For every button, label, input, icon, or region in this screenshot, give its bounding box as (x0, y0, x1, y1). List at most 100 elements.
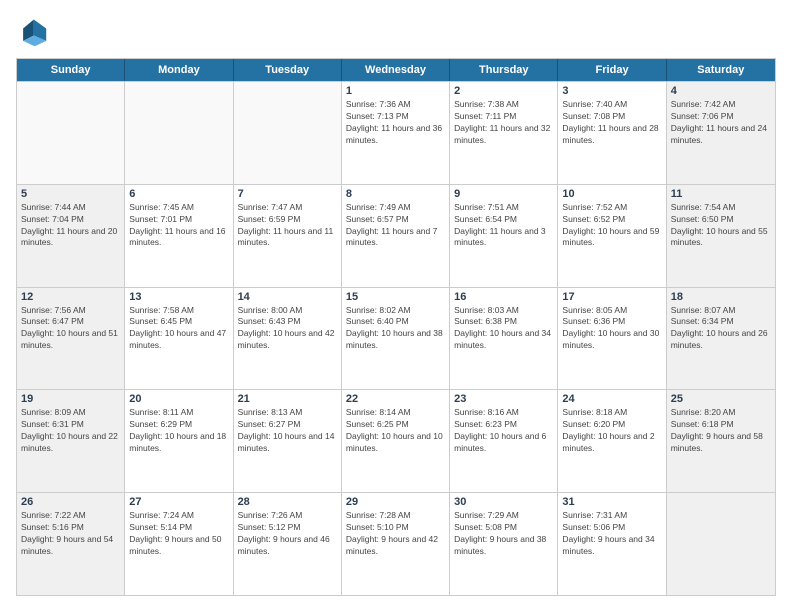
day-number: 12 (21, 291, 120, 303)
day-info: Sunrise: 8:05 AM Sunset: 6:36 PM Dayligh… (562, 305, 661, 353)
cal-cell: 16 Sunrise: 8:03 AM Sunset: 6:38 PM Dayli… (450, 288, 558, 390)
cal-cell: 15 Sunrise: 8:02 AM Sunset: 6:40 PM Dayli… (342, 288, 450, 390)
page: SundayMondayTuesdayWednesdayThursdayFrid… (0, 0, 792, 612)
week-row-2: 12 Sunrise: 7:56 AM Sunset: 6:47 PM Dayli… (17, 287, 775, 390)
day-info: Sunrise: 8:16 AM Sunset: 6:23 PM Dayligh… (454, 407, 553, 455)
cal-cell: 18 Sunrise: 8:07 AM Sunset: 6:34 PM Dayli… (667, 288, 775, 390)
day-number: 27 (129, 496, 228, 508)
logo-icon (16, 16, 48, 48)
week-row-1: 5 Sunrise: 7:44 AM Sunset: 7:04 PM Daylig… (17, 184, 775, 287)
day-number: 2 (454, 85, 553, 97)
day-number: 25 (671, 393, 771, 405)
cal-cell: 1 Sunrise: 7:36 AM Sunset: 7:13 PM Daylig… (342, 82, 450, 184)
day-number: 16 (454, 291, 553, 303)
day-number: 13 (129, 291, 228, 303)
day-number: 6 (129, 188, 228, 200)
cal-cell: 22 Sunrise: 8:14 AM Sunset: 6:25 PM Dayli… (342, 390, 450, 492)
cal-cell: 4 Sunrise: 7:42 AM Sunset: 7:06 PM Daylig… (667, 82, 775, 184)
day-info: Sunrise: 7:49 AM Sunset: 6:57 PM Dayligh… (346, 202, 445, 250)
day-info: Sunrise: 7:22 AM Sunset: 5:16 PM Dayligh… (21, 510, 120, 558)
cal-cell: 8Sunrise: 7:49 AM Sunset: 6:57 PM Daylig… (342, 185, 450, 287)
day-info: Sunrise: 7:40 AM Sunset: 7:08 PM Dayligh… (562, 99, 661, 147)
day-info: Sunrise: 7:24 AM Sunset: 5:14 PM Dayligh… (129, 510, 228, 558)
header-day-tuesday: Tuesday (234, 59, 342, 81)
cal-cell: 10 Sunrise: 7:52 AM Sunset: 6:52 PM Dayli… (558, 185, 666, 287)
header-day-monday: Monday (125, 59, 233, 81)
cal-cell (667, 493, 775, 595)
day-info: Sunrise: 8:07 AM Sunset: 6:34 PM Dayligh… (671, 305, 771, 353)
day-number: 14 (238, 291, 337, 303)
day-number: 9 (454, 188, 553, 200)
day-info: Sunrise: 7:26 AM Sunset: 5:12 PM Dayligh… (238, 510, 337, 558)
day-info: Sunrise: 7:42 AM Sunset: 7:06 PM Dayligh… (671, 99, 771, 147)
day-info: Sunrise: 7:52 AM Sunset: 6:52 PM Dayligh… (562, 202, 661, 250)
day-number: 19 (21, 393, 120, 405)
day-info: Sunrise: 8:11 AM Sunset: 6:29 PM Dayligh… (129, 407, 228, 455)
day-number: 15 (346, 291, 445, 303)
cal-cell: 31 Sunrise: 7:31 AM Sunset: 5:06 PM Dayli… (558, 493, 666, 595)
day-info: Sunrise: 7:51 AM Sunset: 6:54 PM Dayligh… (454, 202, 553, 250)
cal-cell (125, 82, 233, 184)
cal-cell: 21 Sunrise: 8:13 AM Sunset: 6:27 PM Dayli… (234, 390, 342, 492)
day-number: 21 (238, 393, 337, 405)
cal-cell: 7 Sunrise: 7:47 AM Sunset: 6:59 PM Daylig… (234, 185, 342, 287)
day-number: 18 (671, 291, 771, 303)
day-info: Sunrise: 8:02 AM Sunset: 6:40 PM Dayligh… (346, 305, 445, 353)
header-day-saturday: Saturday (667, 59, 775, 81)
day-info: Sunrise: 7:44 AM Sunset: 7:04 PM Dayligh… (21, 202, 120, 250)
day-number: 17 (562, 291, 661, 303)
cal-cell: 13Sunrise: 7:58 AM Sunset: 6:45 PM Dayli… (125, 288, 233, 390)
cal-cell: 11Sunrise: 7:54 AM Sunset: 6:50 PM Dayli… (667, 185, 775, 287)
day-number: 26 (21, 496, 120, 508)
day-info: Sunrise: 7:38 AM Sunset: 7:11 PM Dayligh… (454, 99, 553, 147)
cal-cell: 17 Sunrise: 8:05 AM Sunset: 6:36 PM Dayli… (558, 288, 666, 390)
day-number: 31 (562, 496, 661, 508)
week-row-3: 19 Sunrise: 8:09 AM Sunset: 6:31 PM Dayli… (17, 389, 775, 492)
day-info: Sunrise: 7:47 AM Sunset: 6:59 PM Dayligh… (238, 202, 337, 250)
header-day-friday: Friday (558, 59, 666, 81)
cal-cell: 23Sunrise: 8:16 AM Sunset: 6:23 PM Dayli… (450, 390, 558, 492)
day-info: Sunrise: 8:00 AM Sunset: 6:43 PM Dayligh… (238, 305, 337, 353)
cal-cell (234, 82, 342, 184)
day-number: 29 (346, 496, 445, 508)
cal-cell: 27 Sunrise: 7:24 AM Sunset: 5:14 PM Dayli… (125, 493, 233, 595)
day-number: 22 (346, 393, 445, 405)
day-info: Sunrise: 8:09 AM Sunset: 6:31 PM Dayligh… (21, 407, 120, 455)
day-info: Sunrise: 7:56 AM Sunset: 6:47 PM Dayligh… (21, 305, 120, 353)
cal-cell: 3 Sunrise: 7:40 AM Sunset: 7:08 PM Daylig… (558, 82, 666, 184)
cal-cell: 24 Sunrise: 8:18 AM Sunset: 6:20 PM Dayli… (558, 390, 666, 492)
cal-cell: 19 Sunrise: 8:09 AM Sunset: 6:31 PM Dayli… (17, 390, 125, 492)
day-number: 7 (238, 188, 337, 200)
day-info: Sunrise: 8:14 AM Sunset: 6:25 PM Dayligh… (346, 407, 445, 455)
cal-cell: 2 Sunrise: 7:38 AM Sunset: 7:11 PM Daylig… (450, 82, 558, 184)
day-info: Sunrise: 7:31 AM Sunset: 5:06 PM Dayligh… (562, 510, 661, 558)
cal-cell: 29 Sunrise: 7:28 AM Sunset: 5:10 PM Dayli… (342, 493, 450, 595)
day-info: Sunrise: 7:45 AM Sunset: 7:01 PM Dayligh… (129, 202, 228, 250)
day-number: 20 (129, 393, 228, 405)
day-number: 1 (346, 85, 445, 97)
cal-cell: 5 Sunrise: 7:44 AM Sunset: 7:04 PM Daylig… (17, 185, 125, 287)
day-number: 10 (562, 188, 661, 200)
day-info: Sunrise: 7:36 AM Sunset: 7:13 PM Dayligh… (346, 99, 445, 147)
header (16, 16, 776, 48)
day-info: Sunrise: 8:20 AM Sunset: 6:18 PM Dayligh… (671, 407, 771, 455)
header-day-wednesday: Wednesday (342, 59, 450, 81)
week-row-4: 26 Sunrise: 7:22 AM Sunset: 5:16 PM Dayli… (17, 492, 775, 595)
cal-cell: 26 Sunrise: 7:22 AM Sunset: 5:16 PM Dayli… (17, 493, 125, 595)
week-row-0: 1 Sunrise: 7:36 AM Sunset: 7:13 PM Daylig… (17, 81, 775, 184)
cal-cell: 12 Sunrise: 7:56 AM Sunset: 6:47 PM Dayli… (17, 288, 125, 390)
day-number: 4 (671, 85, 771, 97)
day-info: Sunrise: 8:18 AM Sunset: 6:20 PM Dayligh… (562, 407, 661, 455)
cal-cell: 6 Sunrise: 7:45 AM Sunset: 7:01 PM Daylig… (125, 185, 233, 287)
day-number: 5 (21, 188, 120, 200)
day-info: Sunrise: 8:03 AM Sunset: 6:38 PM Dayligh… (454, 305, 553, 353)
day-number: 30 (454, 496, 553, 508)
day-info: Sunrise: 7:28 AM Sunset: 5:10 PM Dayligh… (346, 510, 445, 558)
cal-cell (17, 82, 125, 184)
day-info: Sunrise: 8:13 AM Sunset: 6:27 PM Dayligh… (238, 407, 337, 455)
cal-cell: 28Sunrise: 7:26 AM Sunset: 5:12 PM Dayli… (234, 493, 342, 595)
day-number: 3 (562, 85, 661, 97)
day-number: 24 (562, 393, 661, 405)
calendar: SundayMondayTuesdayWednesdayThursdayFrid… (16, 58, 776, 596)
cal-cell: 30Sunrise: 7:29 AM Sunset: 5:08 PM Dayli… (450, 493, 558, 595)
